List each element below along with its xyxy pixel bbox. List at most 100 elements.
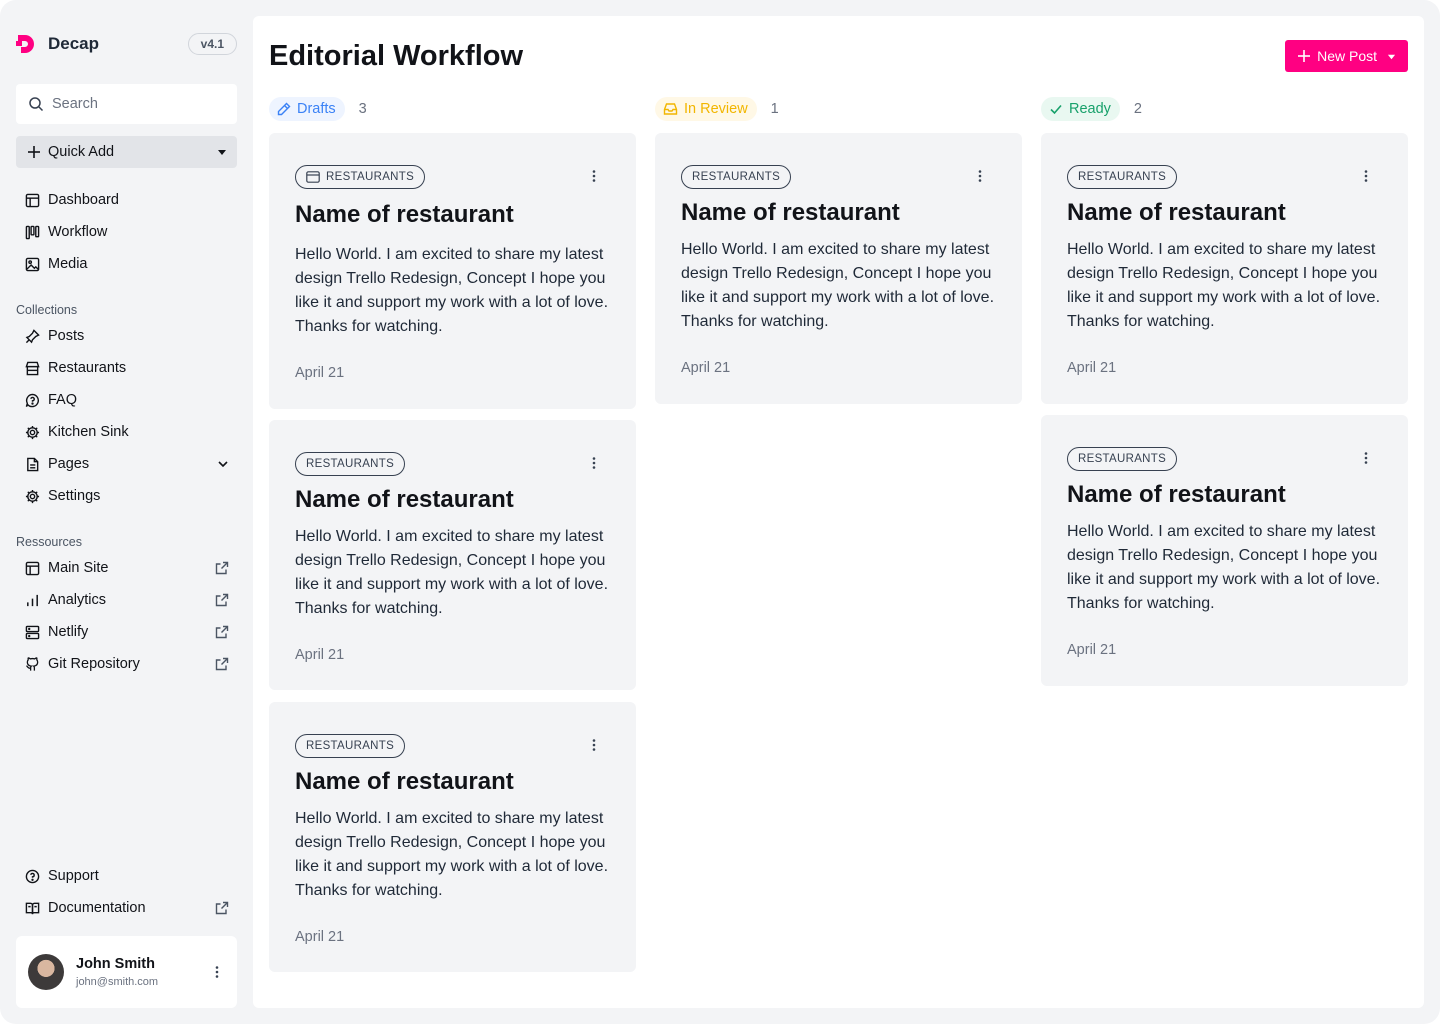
nav-label: Main Site bbox=[48, 560, 109, 576]
new-post-button[interactable]: New Post bbox=[1285, 40, 1408, 72]
card-title: Name of restaurant bbox=[295, 201, 514, 228]
card-body: Hello World. I am excited to share my la… bbox=[295, 810, 609, 899]
nav-restaurants[interactable]: Restaurants bbox=[16, 352, 237, 384]
card-body: Hello World. I am excited to share my la… bbox=[681, 241, 995, 330]
nav-label: FAQ bbox=[48, 392, 78, 408]
nav-label: Workflow bbox=[48, 224, 108, 240]
version-badge: v4.1 bbox=[187, 33, 237, 55]
status-label: Ready bbox=[1069, 101, 1111, 117]
nav-netlify[interactable]: Netlify bbox=[16, 616, 237, 648]
nav-label: Support bbox=[48, 868, 99, 884]
nav-analytics[interactable]: Analytics bbox=[16, 584, 237, 616]
more-vertical-icon[interactable] bbox=[972, 168, 988, 184]
card-date: April 21 bbox=[681, 360, 731, 376]
quick-add-button[interactable]: Quick Add bbox=[16, 136, 237, 168]
column-count: 1 bbox=[770, 101, 779, 117]
column-in-review: In Review 1 bbox=[655, 96, 1022, 122]
status-badge-in-review[interactable]: In Review bbox=[655, 97, 757, 121]
footer-nav: Support Documentation bbox=[16, 860, 237, 924]
search-box[interactable] bbox=[16, 84, 237, 124]
plus-icon bbox=[1297, 49, 1311, 63]
card-title: Name of restaurant bbox=[295, 768, 514, 795]
nav-support[interactable]: Support bbox=[16, 860, 237, 892]
external-link-icon bbox=[215, 657, 229, 671]
card-date: April 21 bbox=[295, 647, 345, 663]
card-body: Hello World. I am excited to share my la… bbox=[1067, 523, 1381, 612]
nav-label: Documentation bbox=[48, 900, 146, 916]
column-count: 3 bbox=[358, 101, 367, 117]
main-nav: Dashboard Workflow Media bbox=[16, 184, 237, 280]
card-body: Hello World. I am excited to share my la… bbox=[1067, 241, 1381, 330]
file-icon bbox=[24, 456, 40, 472]
nav-pages[interactable]: Pages bbox=[16, 448, 237, 480]
nav-documentation[interactable]: Documentation bbox=[16, 892, 237, 924]
status-label: In Review bbox=[684, 101, 748, 117]
nav-label: Settings bbox=[48, 488, 101, 504]
nav-dashboard[interactable]: Dashboard bbox=[16, 184, 237, 216]
column-count: 2 bbox=[1133, 101, 1142, 117]
nav-media[interactable]: Media bbox=[16, 248, 237, 280]
post-card[interactable]: RESTAURANTS Name of restaurant Hello Wor… bbox=[269, 133, 636, 409]
layout-icon bbox=[24, 560, 40, 576]
caret-down-icon bbox=[218, 150, 226, 155]
nav-kitchen-sink[interactable]: Kitchen Sink bbox=[16, 416, 237, 448]
column-header: In Review 1 bbox=[655, 96, 1022, 122]
help-bubble-icon bbox=[24, 392, 40, 408]
search-icon bbox=[29, 97, 44, 112]
post-card[interactable]: RESTAURANTS Name of restaurant Hello Wor… bbox=[655, 133, 1022, 404]
nav-label: Git Repository bbox=[48, 656, 140, 672]
collection-tag: RESTAURANTS bbox=[681, 165, 792, 189]
more-vertical-icon[interactable] bbox=[586, 455, 602, 471]
post-card[interactable]: RESTAURANTS Name of restaurant Hello Wor… bbox=[269, 420, 636, 690]
status-badge-ready[interactable]: Ready bbox=[1041, 97, 1120, 121]
settings-icon bbox=[24, 488, 40, 504]
github-icon bbox=[24, 656, 40, 672]
tag-label: RESTAURANTS bbox=[306, 740, 395, 752]
server-icon bbox=[24, 624, 40, 640]
tag-label: RESTAURANTS bbox=[326, 171, 415, 183]
new-post-label: New Post bbox=[1317, 48, 1377, 64]
external-link-icon bbox=[215, 593, 229, 607]
post-card[interactable]: RESTAURANTS Name of restaurant Hello Wor… bbox=[1041, 415, 1408, 686]
chevron-down-icon[interactable] bbox=[217, 458, 229, 470]
post-card[interactable]: RESTAURANTS Name of restaurant Hello Wor… bbox=[269, 702, 636, 972]
more-vertical-icon[interactable] bbox=[586, 737, 602, 753]
external-link-icon bbox=[215, 901, 229, 915]
nav-settings[interactable]: Settings bbox=[16, 480, 237, 512]
nav-label: Analytics bbox=[48, 592, 107, 608]
column-header: Ready 2 bbox=[1041, 96, 1408, 122]
card-title: Name of restaurant bbox=[681, 199, 900, 226]
nav-git-repository[interactable]: Git Repository bbox=[16, 648, 237, 680]
sidebar: Decap v4.1 Quick Add Dashboard bbox=[0, 0, 253, 1024]
more-vertical-icon[interactable] bbox=[1358, 450, 1374, 466]
tag-label: RESTAURANTS bbox=[1078, 453, 1167, 465]
external-link-icon bbox=[215, 561, 229, 575]
card-title: Name of restaurant bbox=[1067, 199, 1286, 226]
status-label: Drafts bbox=[297, 101, 336, 117]
decap-logo-icon bbox=[16, 35, 34, 53]
nav-posts[interactable]: Posts bbox=[16, 320, 237, 352]
app-name: Decap bbox=[48, 34, 100, 53]
user-name: John Smith bbox=[76, 956, 155, 972]
caret-down-icon bbox=[1387, 52, 1396, 61]
column-drafts: Drafts 3 bbox=[269, 96, 636, 122]
card-date: April 21 bbox=[295, 929, 345, 945]
collection-tag: RESTAURANTS bbox=[1067, 165, 1178, 189]
nav-main-site[interactable]: Main Site bbox=[16, 552, 237, 584]
page-title: Editorial Workflow bbox=[269, 40, 524, 72]
more-vertical-icon[interactable] bbox=[209, 964, 225, 980]
more-vertical-icon[interactable] bbox=[586, 168, 602, 184]
user-card[interactable]: John Smith john@smith.com bbox=[16, 936, 237, 1008]
more-vertical-icon[interactable] bbox=[1358, 168, 1374, 184]
nav-faq[interactable]: FAQ bbox=[16, 384, 237, 416]
card-icon bbox=[306, 171, 320, 183]
pin-icon bbox=[24, 328, 40, 344]
tag-label: RESTAURANTS bbox=[1078, 171, 1167, 183]
post-card[interactable]: RESTAURANTS Name of restaurant Hello Wor… bbox=[1041, 133, 1408, 404]
nav-workflow[interactable]: Workflow bbox=[16, 216, 237, 248]
search-input[interactable] bbox=[52, 96, 222, 112]
status-badge-drafts[interactable]: Drafts bbox=[269, 97, 345, 121]
user-email: john@smith.com bbox=[76, 976, 159, 988]
card-body: Hello World. I am excited to share my la… bbox=[295, 246, 609, 335]
card-title: Name of restaurant bbox=[1067, 481, 1286, 508]
